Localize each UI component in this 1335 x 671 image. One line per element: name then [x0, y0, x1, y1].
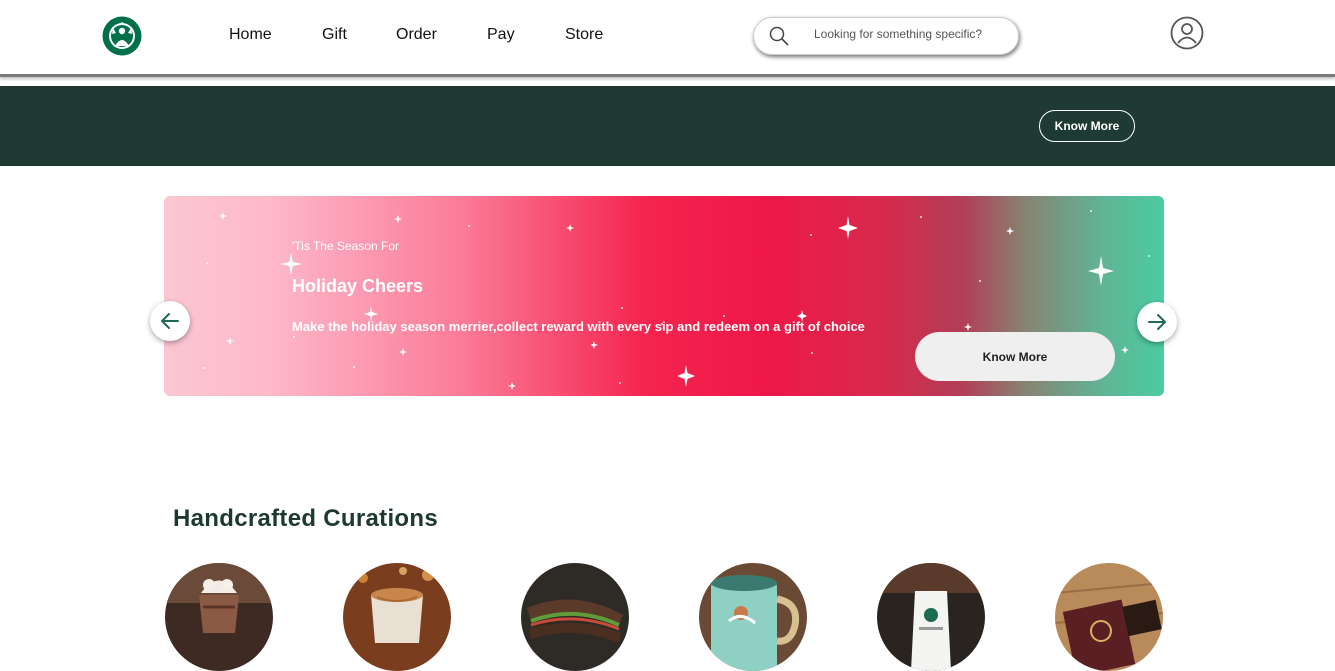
nav-gift[interactable]: Gift: [322, 26, 347, 44]
hero-kicker: 'Tis The Season For: [292, 239, 400, 253]
coffee-bag-image[interactable]: [877, 563, 985, 671]
hero-description: Make the holiday season merrier,collect …: [292, 319, 865, 334]
nav-pay[interactable]: Pay: [487, 26, 515, 44]
hero-know-more-button[interactable]: Know More: [915, 332, 1115, 381]
top-navigation-bar: Home Gift Order Pay Store: [0, 0, 1335, 77]
hero-banner: 'Tis The Season For Holiday Cheers Make …: [164, 196, 1164, 396]
carousel-prev-button[interactable]: [150, 301, 190, 341]
sandwich-image[interactable]: [521, 563, 629, 671]
search-input[interactable]: [814, 27, 1010, 41]
arrow-left-icon: [161, 313, 179, 329]
frappuccino-image[interactable]: [165, 563, 273, 671]
gift-box-image[interactable]: [1055, 563, 1163, 671]
search-bar[interactable]: [753, 17, 1019, 55]
nav-order[interactable]: Order: [396, 26, 437, 44]
user-profile-icon[interactable]: [1170, 16, 1204, 50]
hero-title: Holiday Cheers: [292, 276, 424, 296]
section-title: Handcrafted Curations: [173, 505, 439, 532]
starbucks-logo-icon[interactable]: [102, 16, 142, 56]
latte-image[interactable]: [343, 563, 451, 671]
nav-home[interactable]: Home: [229, 26, 272, 44]
mug-image[interactable]: [699, 563, 807, 671]
carousel-next-button[interactable]: [1137, 302, 1177, 342]
promo-band: Know More: [0, 86, 1335, 166]
band-know-more-button[interactable]: Know More: [1039, 110, 1135, 142]
search-icon: [769, 26, 789, 46]
arrow-right-icon: [1148, 314, 1166, 330]
nav-store[interactable]: Store: [565, 26, 603, 44]
